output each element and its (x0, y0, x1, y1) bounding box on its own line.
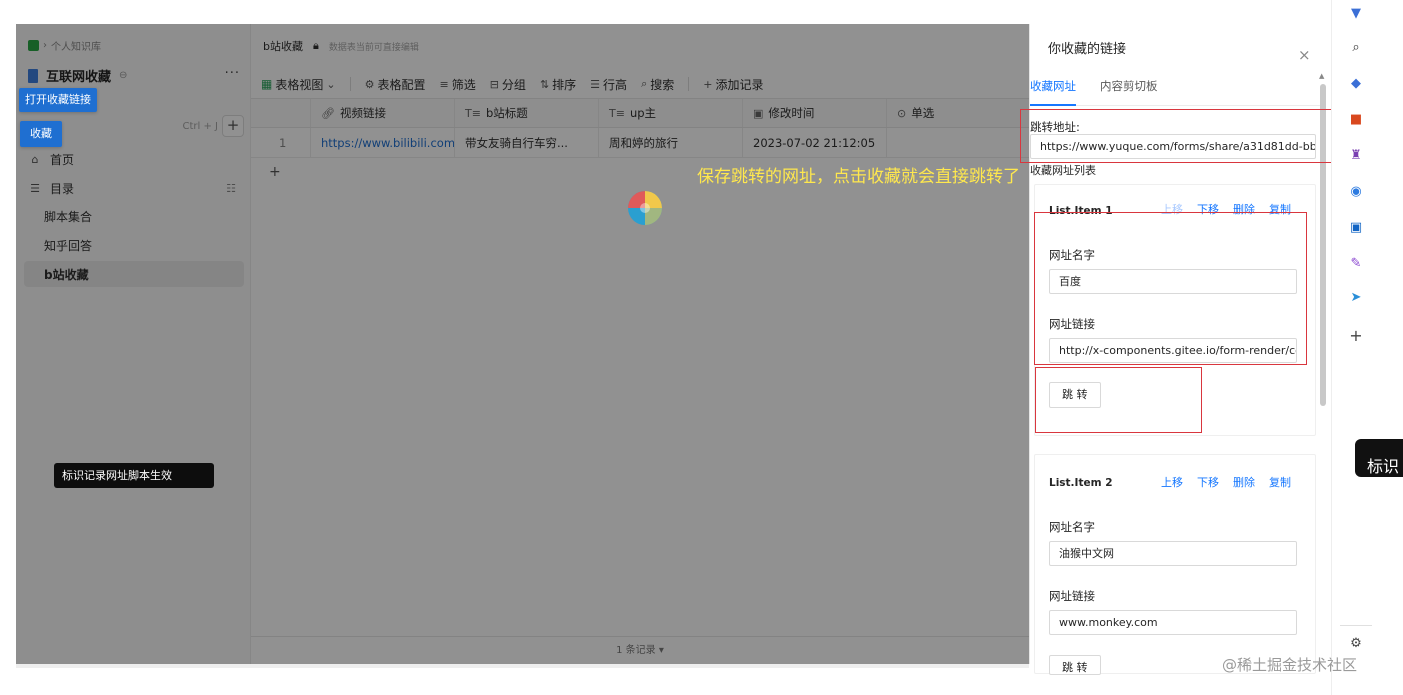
url-name-label: 网址名字 (1049, 520, 1095, 534)
scroll-up-icon[interactable]: ▲ (1319, 72, 1324, 80)
move-up-button[interactable]: 上移 (1161, 474, 1183, 490)
add-icon[interactable]: + (1348, 328, 1364, 344)
modal-backdrop[interactable] (16, 24, 1029, 664)
tag-icon[interactable]: ◆ (1348, 76, 1364, 92)
games-icon[interactable]: ♜ (1348, 148, 1364, 164)
move-down-button[interactable]: 下移 (1197, 474, 1219, 490)
divider (16, 664, 1029, 668)
browser-side-rail: ▼ ⌕ ◆ ■ ♜ ◉ ▣ ✎ ➤ + ⚙ (1331, 0, 1379, 695)
list-item-title: List.Item 2 (1049, 477, 1113, 489)
highlight-box (1035, 367, 1202, 433)
side-tag[interactable]: 标识 (1355, 439, 1403, 477)
outlook-icon[interactable]: ▣ (1348, 220, 1364, 236)
divider (1340, 625, 1372, 626)
designer-icon[interactable]: ✎ (1348, 256, 1364, 272)
jump-button[interactable]: 跳 转 (1049, 655, 1101, 675)
close-icon[interactable]: × (1298, 46, 1311, 64)
tab-favorite-urls[interactable]: 收藏网址 (1030, 78, 1076, 106)
script-status-tooltip: 标识记录网址脚本生效 (54, 463, 214, 488)
search-icon[interactable]: ⌕ (1348, 40, 1364, 56)
favorite-list-label: 收藏网址列表 (1030, 164, 1096, 177)
copy-button[interactable]: 复制 (1269, 474, 1291, 490)
list-item-actions: 上移 下移 删除 复制 (1161, 474, 1291, 490)
list-item: List.Item 2 上移 下移 删除 复制 网址名字 油猴中文网 网址链接 … (1034, 454, 1316, 675)
collect-button[interactable]: 收藏 (20, 121, 62, 147)
delete-button[interactable]: 删除 (1233, 474, 1255, 490)
watermark-text: @稀土掘金技术社区 (1222, 656, 1358, 674)
gear-icon[interactable]: ⚙ (1348, 636, 1364, 652)
url-link-input[interactable]: www.monkey.com (1049, 610, 1297, 635)
drawer-title: 你收藏的链接 (1048, 42, 1127, 57)
drawer-tabs: 收藏网址 内容剪切板 (1030, 78, 1320, 106)
open-favorite-link-button[interactable]: 打开收藏链接 (19, 88, 97, 112)
annotation-text: 保存跳转的网址，点击收藏就会直接跳转了 (697, 167, 1020, 187)
tab-clipboard[interactable]: 内容剪切板 (1100, 78, 1158, 106)
favorites-drawer: 你收藏的链接 × 收藏网址 内容剪切板 ▲ 跳转地址: https://www.… (1020, 24, 1348, 675)
send-icon[interactable]: ➤ (1348, 290, 1364, 306)
toolbox-icon[interactable]: ■ (1348, 112, 1364, 128)
pin-icon[interactable]: ▼ (1348, 6, 1364, 22)
highlight-box (1034, 212, 1307, 365)
copilot-icon[interactable]: ◉ (1348, 184, 1364, 200)
screen: › 个人知识库 互联网收藏 ⊖ ··· Ctrl + J + ⌂ 首页 ☰ 目录… (0, 0, 1403, 695)
loading-spinner-icon (628, 191, 662, 225)
url-name-input[interactable]: 油猴中文网 (1049, 541, 1297, 566)
highlight-box (1020, 109, 1348, 163)
url-link-label: 网址链接 (1049, 589, 1095, 603)
